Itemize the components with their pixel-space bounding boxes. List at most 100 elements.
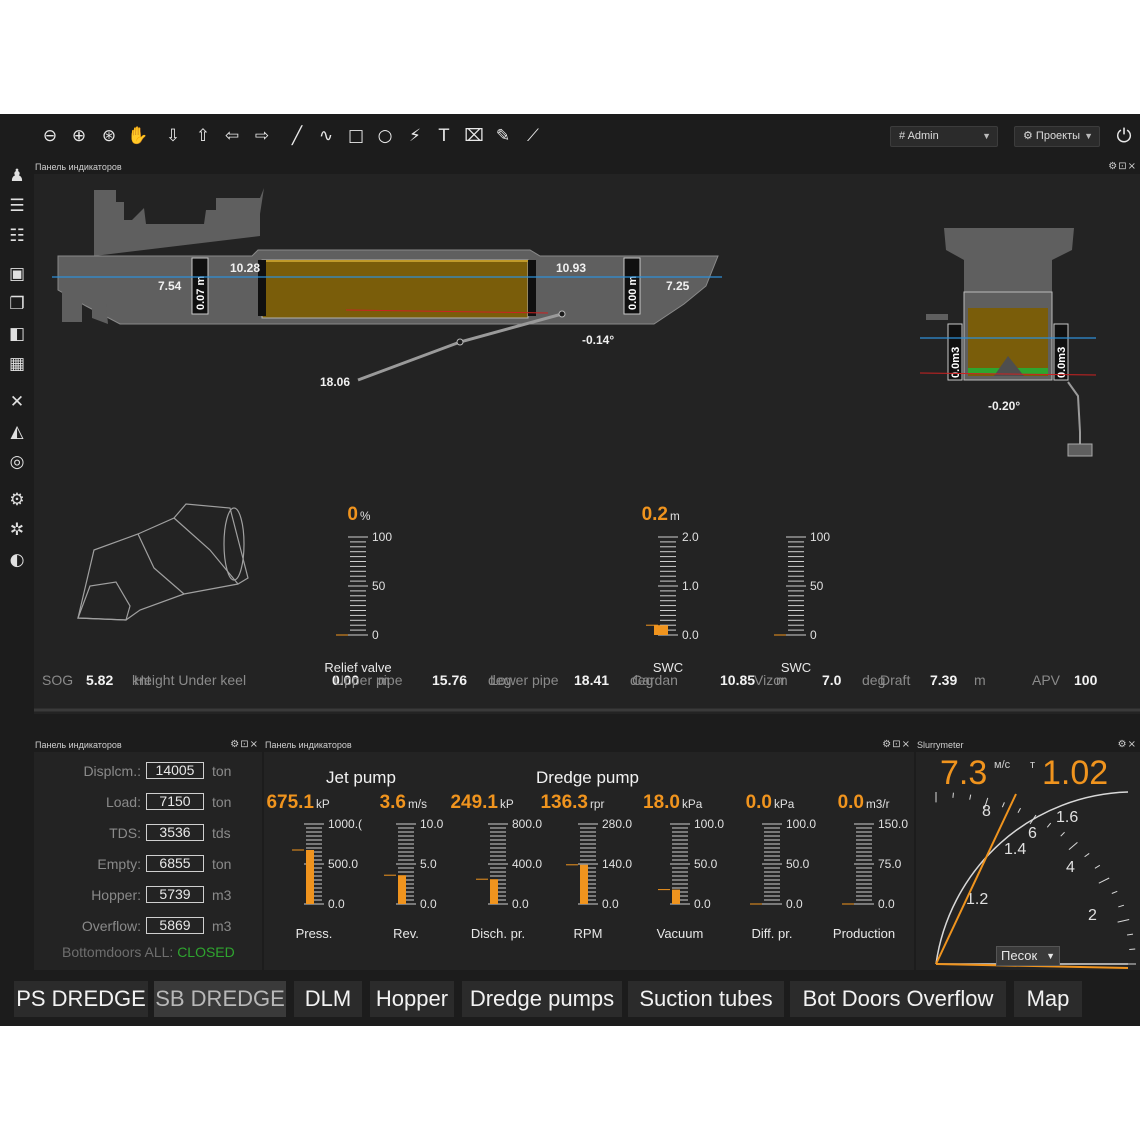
cube-icon[interactable]: ◧ [5, 322, 29, 346]
arrow-left-icon[interactable]: ⇦ [220, 124, 244, 148]
dial-tick [1098, 877, 1110, 884]
velocity-unit: м/с [994, 759, 1011, 771]
square-icon[interactable]: □ [344, 124, 368, 148]
hand-icon[interactable]: ✋ [126, 124, 150, 148]
dial-velocity-label: 4 [1066, 859, 1075, 876]
map-icon[interactable]: ▦ [5, 352, 29, 376]
power-icon[interactable]: ⏻ [1112, 124, 1136, 148]
user-select[interactable]: # Admin ▼ [890, 126, 998, 147]
status-item: Draft 7.39 m [880, 672, 986, 688]
status-value: 18.41 [574, 672, 610, 688]
gauge-tick-label: 100 [372, 530, 392, 544]
gauge-tick-label: 50.0 [694, 857, 718, 871]
toolbar: ⊖ ⊕ ⊛ ✋ ⇩ ⇧ ⇦ ⇨ ╱ ∿ □ ○ ⚡ T ⌧ ✎ ⟋ # Admin ▼ ⚙ Проекты ▼ … [0, 114, 1140, 160]
stat-row: Overflow: 5869 m3 [34, 915, 264, 937]
status-item: Vizor 7.0 deg [754, 672, 885, 688]
dial-velocity-label: 6 [1028, 825, 1037, 842]
bar-gauge: 0.0 kPa100.050.00.0Diff. pr. [746, 792, 817, 941]
ship-rudder [92, 302, 108, 324]
gear-alt-icon[interactable]: ✲ [5, 518, 29, 542]
contrast-icon[interactable]: ◐ [5, 548, 29, 572]
circle-icon[interactable]: ○ [373, 124, 397, 148]
stat-row: TDS: 3536 tds [34, 822, 264, 844]
dial-density-label: 1.6 [1056, 809, 1078, 826]
arrow-up-icon[interactable]: ⇧ [191, 124, 215, 148]
dial-icon[interactable]: ◎ [5, 450, 29, 474]
gauge-tick-label: 50 [372, 579, 386, 593]
gauge-value: 0.0 [746, 792, 772, 813]
text-icon[interactable]: T [432, 124, 456, 148]
zoom-in-icon[interactable]: ⊕ [67, 124, 91, 148]
arrow-down-icon[interactable]: ⇩ [161, 124, 185, 148]
dial-velocity-label: 8 [982, 803, 991, 820]
gauge-label: Vacuum [657, 926, 704, 941]
ship-cross-section: 0.0m3 0.0m3 -0.20° [919, 228, 1097, 457]
box-icon[interactable]: ▣ [5, 262, 29, 286]
dial-tick [1060, 831, 1065, 837]
panel-controls[interactable]: ⚙× [1118, 738, 1137, 752]
arrow-right-icon[interactable]: ⇨ [250, 124, 274, 148]
status-label: Upper pipe [334, 672, 403, 688]
gauge-tick-label: 0 [372, 628, 379, 642]
bottomdoors-value: CLOSED [177, 944, 235, 960]
target-icon[interactable]: ⊛ [97, 124, 121, 148]
tab-map[interactable]: Map [1014, 981, 1082, 1017]
xyz-icon[interactable]: ⌧ [462, 124, 486, 148]
panel-controls[interactable]: ⚙⊡× [230, 738, 259, 752]
zoom-out-icon[interactable]: ⊖ [38, 124, 62, 148]
pin-icon[interactable]: ✎ [491, 124, 515, 148]
status-value: 5.82 [86, 672, 114, 688]
dial-tick [1084, 853, 1090, 858]
panel-header: Slurrymeter ⚙× [916, 738, 1140, 752]
gauge-tick-label: 0.0 [420, 897, 437, 911]
line-icon[interactable]: ╱ [285, 124, 309, 148]
dial-tick [1017, 807, 1021, 814]
tab-sb-dredge[interactable]: SB DREDGE [154, 981, 286, 1017]
tab-ps-dredge[interactable]: PS DREDGE [14, 981, 148, 1017]
polyline-icon[interactable]: ⚡ [403, 124, 427, 148]
draghead-visor [77, 581, 131, 621]
tab-bar: PS DREDGE SB DREDGE DLM Hopper Dredge pumps S… [0, 970, 1140, 1026]
material-select-label: Песок [1001, 948, 1038, 963]
gear-icon[interactable]: ⚙ [5, 488, 29, 512]
pipe-joint [558, 310, 566, 318]
cross-icon[interactable]: ✕ [5, 390, 29, 414]
material-select[interactable]: Песок ▼ [996, 946, 1060, 966]
tab-dredge-pumps[interactable]: Dredge pumps [462, 981, 622, 1017]
status-label: Cardan [632, 672, 678, 688]
gauge-fill [654, 625, 668, 635]
list-icon[interactable]: ☰ [5, 194, 29, 218]
gauge-fill [672, 889, 680, 904]
gauge-fill [306, 850, 314, 904]
compass-icon[interactable]: ◭ [5, 420, 29, 444]
projects-select[interactable]: ⚙ Проекты ▼ [1014, 126, 1100, 147]
copy-icon[interactable]: ❐ [5, 292, 29, 316]
tab-suction-tubes[interactable]: Suction tubes [628, 981, 784, 1017]
panel-controls[interactable]: ⚙⊡× [882, 738, 911, 752]
ruler-icon[interactable]: ⟋ [521, 124, 545, 148]
gauge-tick-label: 0.0 [694, 897, 711, 911]
layers-icon[interactable]: ☷ [5, 224, 29, 248]
gauge-value: 0.2 [642, 504, 668, 525]
stat-value: 3536 [146, 824, 204, 841]
level-aft-value: 10.28 [230, 261, 260, 275]
gauge-tick-label: 50.0 [786, 857, 810, 871]
dial-tick [1117, 918, 1130, 923]
tab-hopper[interactable]: Hopper [370, 981, 454, 1017]
tab-dlm[interactable]: DLM [294, 981, 362, 1017]
gauge-value: 18.0 [643, 792, 680, 813]
draft-bar-fwd-label: 0.00 m [627, 276, 639, 310]
panel-controls[interactable]: ⚙⊡× [1108, 160, 1137, 174]
tab-bot-doors-overflow[interactable]: Bot Doors Overflow [790, 981, 1006, 1017]
gauge-unit: m [670, 510, 680, 523]
bar-gauge: 0.0 m3/r150.075.00.0Production [833, 792, 908, 941]
level-fwd-value: 10.93 [556, 261, 586, 275]
draft-aft-value: 7.54 [158, 279, 182, 293]
bar-gauge: 136.3 rpr 280.0 140.0 0.0 RPM [540, 792, 632, 941]
curve-icon[interactable]: ∿ [314, 124, 338, 148]
stat-label: Hopper: [91, 887, 141, 903]
dial-tick [1029, 814, 1037, 825]
status-item: Lower pipe 18.41 deg [490, 672, 653, 688]
stat-unit: m3 [212, 887, 232, 903]
user-icon[interactable]: ♟ [5, 164, 29, 188]
